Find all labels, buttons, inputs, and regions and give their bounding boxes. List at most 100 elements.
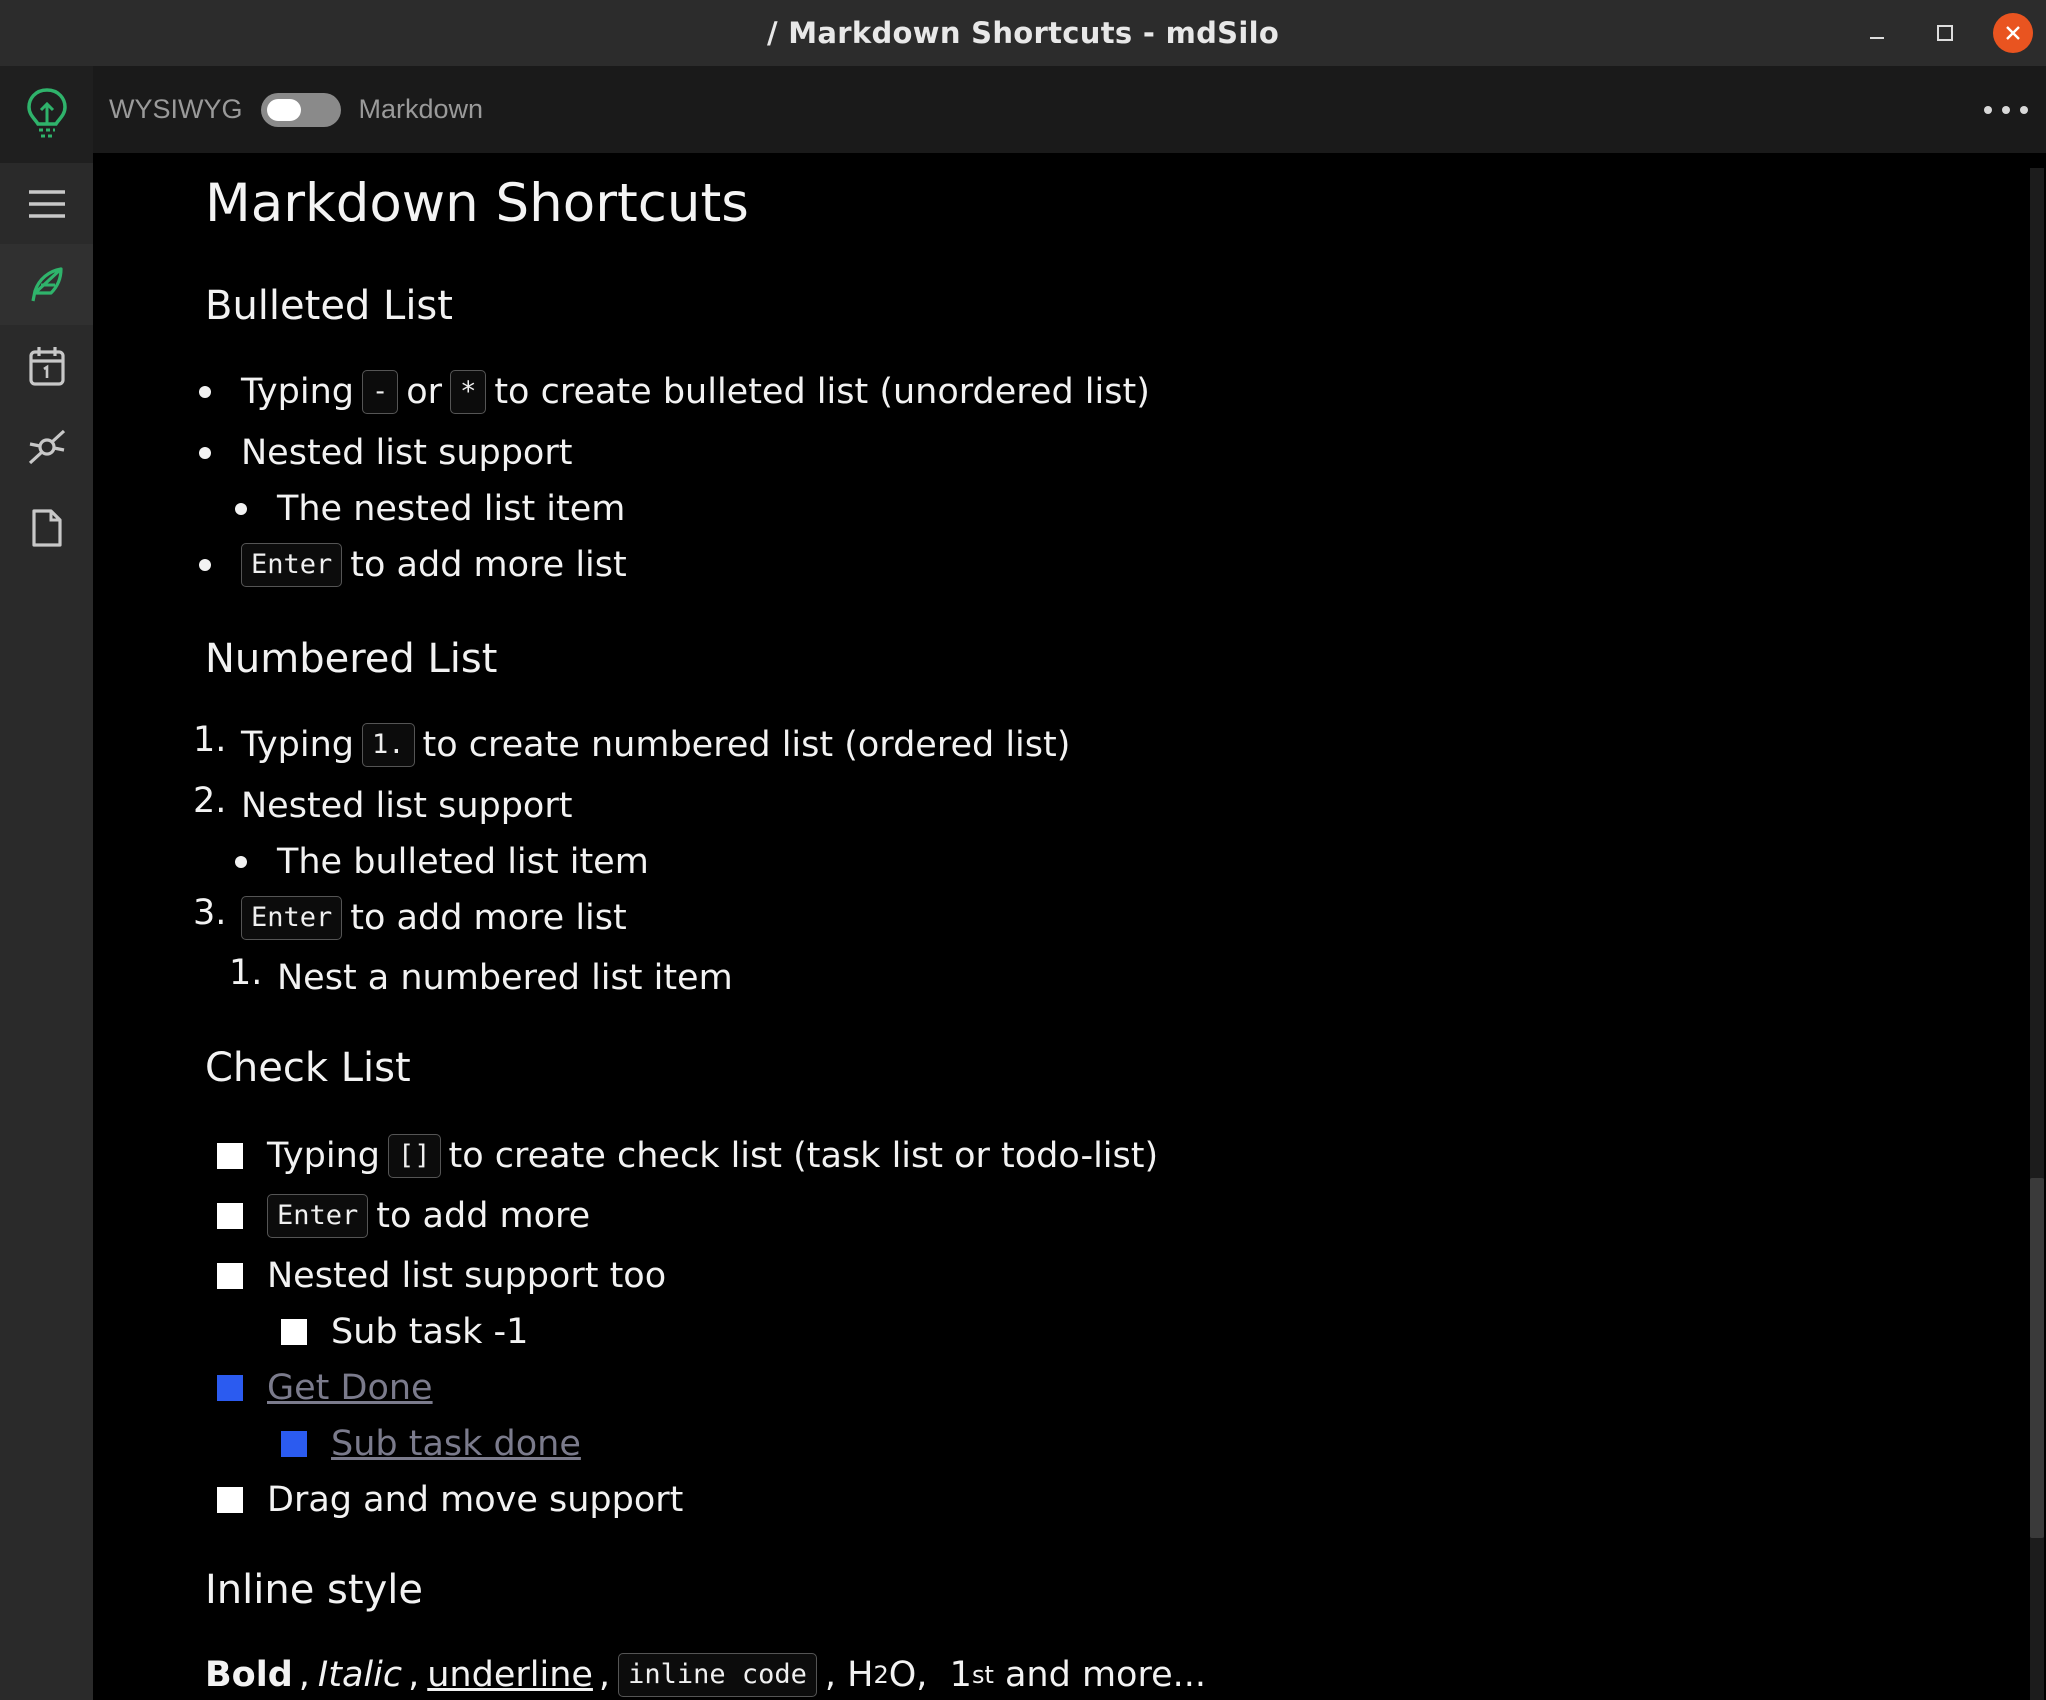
inline-code: Enter <box>241 896 343 940</box>
list-item-text: Nest a numbered list item <box>277 958 733 998</box>
separator-text: , <box>298 1655 310 1695</box>
close-button[interactable] <box>1980 0 2046 66</box>
list-item-text: to create numbered list (ordered list) <box>422 725 1071 765</box>
list-item-text: or <box>406 372 443 412</box>
heading-inline-style: Inline style <box>205 1567 423 1613</box>
list-item[interactable]: Nested list support <box>241 428 572 478</box>
list-item[interactable]: Nest a numbered list item <box>277 953 733 1003</box>
task-item[interactable]: Enter to add more <box>267 1191 590 1241</box>
bullet-marker <box>199 559 211 571</box>
scrollbar-thumb[interactable] <box>2030 1178 2044 1538</box>
task-text: Drag and move support <box>267 1480 684 1520</box>
mode-toggle[interactable] <box>260 92 341 127</box>
task-item[interactable]: Get Done <box>267 1363 433 1413</box>
inline-code: [] <box>387 1134 441 1178</box>
mode-label-wysiwyg: WYSIWYG <box>109 94 243 124</box>
list-item[interactable]: Enter to add more list <box>241 540 627 590</box>
list-number: 2. <box>193 781 227 821</box>
heading-bulleted-list: Bulleted List <box>205 283 453 329</box>
list-item[interactable]: Enter to add more list <box>241 893 627 943</box>
task-text: Sub task -1 <box>331 1312 529 1352</box>
title-bar: / Markdown Shortcuts - mdSilo <box>0 0 2046 66</box>
list-item-text: to add more list <box>350 545 627 585</box>
task-item[interactable]: Sub task done <box>331 1419 581 1469</box>
task-text-done: Get Done <box>267 1368 433 1408</box>
task-checkbox-checked[interactable] <box>217 1375 243 1401</box>
plain-text: O, 1 <box>888 1655 972 1695</box>
more-options-button[interactable] <box>1984 92 2028 128</box>
task-text: to create check list (task list or todo-… <box>448 1136 1159 1176</box>
toggle-knob <box>266 98 301 121</box>
task-checkbox[interactable] <box>217 1203 243 1229</box>
superscript-text: st <box>971 1661 994 1689</box>
list-item-text: Typing <box>241 372 354 412</box>
task-checkbox-checked[interactable] <box>281 1431 307 1457</box>
separator-text: , <box>408 1655 420 1695</box>
inline-code: * <box>450 370 487 414</box>
task-text: Nested list support too <box>267 1256 667 1296</box>
file-icon <box>31 508 62 547</box>
bullet-marker <box>199 386 211 398</box>
plain-text: and more... <box>993 1655 1206 1695</box>
inline-code: Enter <box>267 1194 369 1238</box>
list-item-text: to create bulleted list (unordered list) <box>494 372 1150 412</box>
list-item[interactable]: The nested list item <box>277 484 625 534</box>
list-number: 3. <box>193 893 227 933</box>
maximize-button[interactable] <box>1912 0 1978 66</box>
task-checkbox[interactable] <box>281 1319 307 1345</box>
list-item-text: Typing <box>241 725 354 765</box>
mode-label-markdown: Markdown <box>358 94 484 124</box>
editor-toolbar: WYSIWYG Markdown <box>93 66 2046 153</box>
editor-area[interactable]: Markdown Shortcuts Bulleted List Typing … <box>93 153 2027 1700</box>
underline-text: underline <box>427 1655 593 1695</box>
inline-code: Enter <box>241 543 343 587</box>
app-logo[interactable] <box>0 66 93 163</box>
task-text: Typing <box>267 1136 380 1176</box>
sidebar-graph-button[interactable] <box>0 406 93 487</box>
sidebar-editor-button[interactable] <box>0 244 93 325</box>
plain-text: , H <box>824 1655 874 1695</box>
more-dot-icon <box>2002 106 2010 114</box>
minimize-button[interactable] <box>1844 0 1910 66</box>
sidebar <box>0 66 93 1700</box>
bullet-marker <box>235 856 247 868</box>
sidebar-menu-button[interactable] <box>0 163 93 244</box>
task-item[interactable]: Sub task -1 <box>331 1307 528 1357</box>
editor-scrollbar[interactable] <box>2030 168 2044 1700</box>
menu-icon <box>28 189 65 218</box>
separator-text: , <box>598 1655 611 1695</box>
task-text-done: Sub task done <box>331 1424 581 1464</box>
calendar-icon <box>28 346 65 386</box>
task-checkbox[interactable] <box>217 1143 243 1169</box>
list-number: 1. <box>193 720 227 760</box>
maximize-icon <box>1937 25 1953 41</box>
heading-numbered-list: Numbered List <box>205 636 498 682</box>
sidebar-journal-button[interactable] <box>0 325 93 406</box>
bold-text: Bold <box>205 1655 293 1695</box>
minimize-icon <box>1870 37 1884 39</box>
task-item[interactable]: Typing [] to create check list (task lis… <box>267 1131 1158 1181</box>
list-number: 1. <box>229 953 263 993</box>
list-item[interactable]: Typing 1. to create numbered list (order… <box>241 720 1070 770</box>
list-item-text: Nested list support <box>241 786 573 826</box>
list-item-text: to add more list <box>350 898 627 938</box>
list-item[interactable]: The bulleted list item <box>277 837 649 887</box>
list-item-text: The nested list item <box>277 489 626 529</box>
bullet-marker <box>199 447 211 459</box>
heading-check-list: Check List <box>205 1045 411 1091</box>
graph-icon <box>28 429 65 464</box>
task-item[interactable]: Drag and move support <box>267 1475 683 1525</box>
task-checkbox[interactable] <box>217 1487 243 1513</box>
list-item-text: The bulleted list item <box>277 842 649 882</box>
task-item[interactable]: Nested list support too <box>267 1251 666 1301</box>
more-dot-icon <box>1984 106 1992 114</box>
task-checkbox[interactable] <box>217 1263 243 1289</box>
window-title: / Markdown Shortcuts - mdSilo <box>766 16 1280 50</box>
italic-text: Italic <box>317 1655 403 1695</box>
list-item[interactable]: Nested list support <box>241 781 572 831</box>
sidebar-files-button[interactable] <box>0 487 93 568</box>
paragraph[interactable]: Bold , Italic , underline , inline code … <box>205 1650 1206 1700</box>
task-text: to add more <box>376 1196 591 1236</box>
bulb-logo-icon <box>26 87 67 137</box>
list-item[interactable]: Typing - or * to create bulleted list (u… <box>241 367 1150 417</box>
